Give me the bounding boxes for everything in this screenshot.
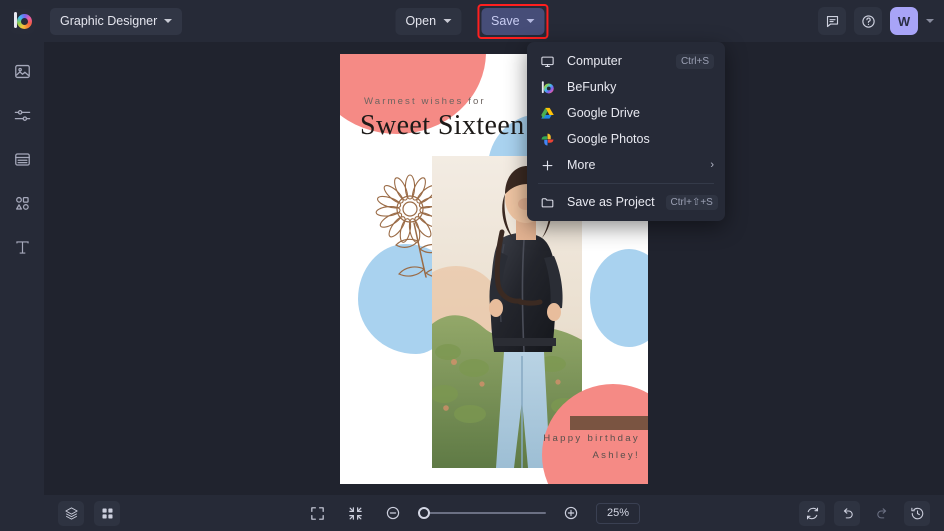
reset-icon[interactable]	[799, 500, 825, 526]
zoom-in-icon[interactable]	[558, 501, 584, 526]
google-drive-icon	[539, 105, 556, 122]
menu-item-label: More	[567, 158, 596, 172]
bottom-left-controls	[58, 500, 120, 526]
menu-item-label: Computer	[567, 54, 622, 68]
menu-item-more[interactable]: More ›	[527, 152, 725, 178]
zoom-slider[interactable]	[418, 505, 546, 521]
undo-icon[interactable]	[834, 500, 860, 526]
fit-screen-icon[interactable]	[304, 501, 330, 526]
folder-icon	[539, 194, 556, 211]
menu-item-label: BeFunky	[567, 80, 617, 94]
bottom-toolbar: 25%	[0, 495, 944, 531]
top-header-bar: Graphic Designer Open Save W	[0, 0, 944, 42]
menu-item-label: Save as Project	[567, 195, 655, 209]
menu-item-save-as-project[interactable]: Save as Project Ctrl+⇧+S	[527, 189, 725, 215]
open-button-label: Open	[405, 14, 437, 28]
user-avatar[interactable]: W	[890, 7, 918, 35]
workspace-selector[interactable]: Graphic Designer	[50, 7, 183, 35]
monitor-icon	[539, 53, 556, 70]
chevron-down-icon	[164, 19, 173, 23]
plus-icon	[539, 157, 556, 174]
zoom-slider-track	[418, 512, 546, 514]
history-icon[interactable]	[904, 500, 930, 526]
layers-icon[interactable]	[58, 500, 84, 526]
chevron-down-icon	[443, 19, 452, 23]
workspace-label: Graphic Designer	[60, 14, 158, 28]
menu-item-computer[interactable]: Computer Ctrl+S	[527, 48, 725, 74]
menu-item-google-photos[interactable]: Google Photos	[527, 126, 725, 152]
menu-item-shortcut: Ctrl+⇧+S	[665, 194, 718, 210]
zoom-slider-thumb[interactable]	[418, 507, 430, 519]
sidebar-item-text[interactable]	[7, 232, 37, 262]
logo-stem	[13, 11, 17, 28]
menu-item-label: Google Photos	[567, 132, 650, 146]
menu-item-label: Google Drive	[567, 106, 640, 120]
grid-icon[interactable]	[94, 500, 120, 526]
befunky-icon	[539, 79, 556, 96]
menu-divider	[538, 183, 714, 184]
design-headline-main[interactable]: Sweet Sixteen!	[360, 110, 534, 142]
collapse-screen-icon[interactable]	[342, 501, 368, 526]
avatar-initial: W	[897, 13, 911, 29]
chevron-down-icon	[926, 19, 934, 23]
open-button[interactable]: Open	[395, 7, 462, 35]
save-button[interactable]: Save	[481, 7, 545, 35]
help-circle-icon[interactable]	[854, 7, 882, 35]
menu-item-befunky[interactable]: BeFunky	[527, 74, 725, 100]
bottom-right-controls	[799, 500, 930, 526]
save-button-label: Save	[491, 14, 520, 28]
zoom-controls: 25%	[304, 501, 640, 526]
sidebar-item-templates[interactable]	[7, 144, 37, 174]
chat-bubble-icon[interactable]	[818, 7, 846, 35]
zoom-level-value[interactable]: 25%	[596, 502, 640, 524]
befunky-graphic-designer-app: Graphic Designer Open Save W Warmest wis…	[0, 0, 944, 531]
design-headline-small[interactable]: Warmest wishes for	[364, 96, 486, 107]
account-menu-chevron-down-icon[interactable]	[926, 19, 934, 23]
header-right-actions: W	[818, 0, 934, 42]
sidebar-item-edit[interactable]	[7, 100, 37, 130]
redo-icon[interactable]	[869, 501, 895, 526]
save-dropdown-menu: Computer Ctrl+S BeFunky Google Drive Goo…	[527, 42, 725, 221]
header-center-actions: Open Save	[395, 0, 549, 42]
decor-brown-bar-shape	[570, 416, 648, 430]
decor-blue-right-shape	[590, 249, 648, 347]
left-tool-rail	[0, 42, 44, 531]
logo-color-wheel	[16, 13, 32, 29]
design-footer-text[interactable]: Happy birthday Ashley!	[440, 430, 640, 464]
chevron-right-icon: ›	[710, 159, 714, 171]
befunky-logo-icon	[9, 8, 35, 34]
app-logo-button[interactable]	[0, 0, 44, 42]
menu-item-google-drive[interactable]: Google Drive	[527, 100, 725, 126]
google-photos-icon	[539, 131, 556, 148]
sidebar-item-graphics[interactable]	[7, 188, 37, 218]
sidebar-item-image[interactable]	[7, 56, 37, 86]
canvas-stage[interactable]: Warmest wishes for Sweet Sixteen! Happy …	[44, 42, 944, 495]
menu-item-shortcut: Ctrl+S	[675, 53, 714, 69]
chevron-down-icon	[526, 19, 535, 23]
zoom-out-icon[interactable]	[380, 501, 406, 526]
save-button-highlight: Save	[477, 3, 549, 39]
